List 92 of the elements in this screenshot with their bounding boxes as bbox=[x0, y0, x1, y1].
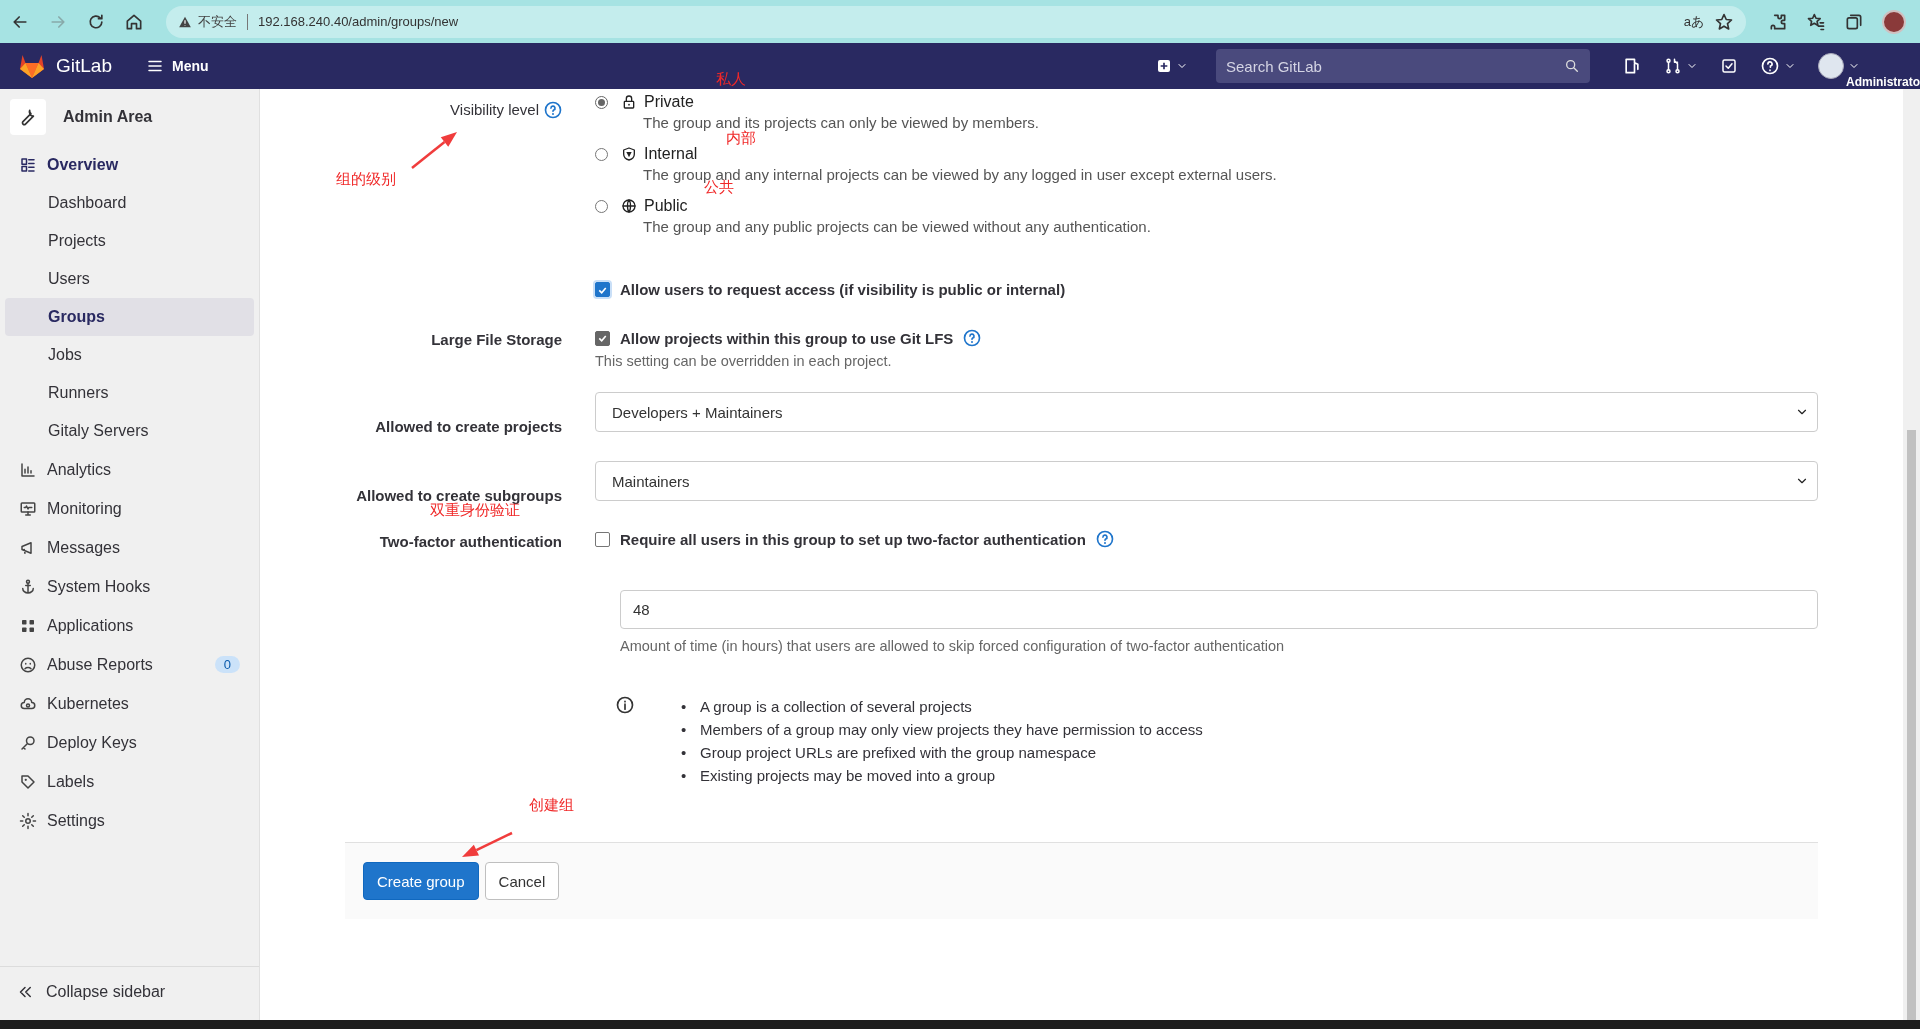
add-favorite-icon[interactable] bbox=[1714, 11, 1734, 32]
checkbox-label[interactable]: Allow users to request access (if visibility is public or internal) bbox=[620, 281, 1066, 298]
user-name: Administrato bbox=[1846, 76, 1920, 89]
checkbox[interactable] bbox=[595, 282, 610, 297]
field-label: Visibility level bbox=[450, 101, 539, 118]
help-icon bbox=[1760, 56, 1780, 76]
input-field[interactable]: 48 bbox=[620, 590, 1818, 629]
list-icon bbox=[19, 155, 37, 174]
radio-button[interactable] bbox=[595, 147, 608, 161]
sidebar-title: Admin Area bbox=[63, 108, 153, 126]
annotation-text: 创建组 bbox=[529, 796, 574, 815]
lock-icon bbox=[621, 94, 637, 110]
sidebar-item[interactable]: Overview bbox=[5, 145, 254, 184]
sidebar-subitem[interactable]: Gitaly Servers bbox=[5, 412, 254, 450]
count-badge: 0 bbox=[214, 656, 240, 673]
avatar bbox=[1818, 53, 1844, 79]
globe-icon bbox=[621, 198, 637, 214]
help-icon[interactable] bbox=[544, 101, 562, 119]
field-label: Two-factor authentication bbox=[379, 532, 562, 550]
info-text: A group is a collection of several projects bbox=[700, 697, 972, 717]
menu-button[interactable]: Menu bbox=[140, 53, 215, 79]
info-icon bbox=[615, 695, 635, 715]
search-field[interactable]: Search GitLab bbox=[1216, 49, 1590, 83]
sidebar-item[interactable]: Deploy Keys bbox=[5, 723, 254, 762]
radio-button[interactable] bbox=[595, 199, 608, 213]
sidebar-subitem[interactable]: Projects bbox=[5, 222, 254, 260]
info-text: Members of a group may only view projects they have permission to access bbox=[700, 720, 1203, 740]
sidebar-item[interactable]: Messages bbox=[5, 528, 254, 567]
settings-icon bbox=[19, 811, 37, 830]
sidebar-item[interactable]: Settings bbox=[5, 801, 254, 840]
bar-chart-icon bbox=[19, 460, 37, 479]
gitlab-logo-icon[interactable] bbox=[18, 53, 46, 79]
merge-request-icon bbox=[1664, 57, 1682, 75]
bullet: • bbox=[681, 766, 687, 786]
sidebar-subitem[interactable]: Runners bbox=[5, 374, 254, 412]
sidebar-item[interactable]: Abuse Reports 0 bbox=[5, 645, 254, 684]
bullet: • bbox=[681, 697, 687, 717]
sidebar-item[interactable]: Labels bbox=[5, 762, 254, 801]
help-text: This setting can be overridden in each project. bbox=[595, 353, 893, 369]
sidebar-item[interactable]: System Hooks bbox=[5, 567, 254, 606]
option-label[interactable]: Internal bbox=[644, 145, 698, 163]
select-field[interactable]: Maintainers bbox=[595, 461, 1818, 501]
sidebar-item[interactable]: Analytics bbox=[5, 450, 254, 489]
sad-face-icon bbox=[19, 655, 37, 674]
tag-icon bbox=[19, 772, 37, 791]
security-label[interactable]: 不安全 bbox=[198, 12, 237, 31]
address-bar[interactable]: 不安全 192.168.240.40/admin/groups/new aあ bbox=[166, 5, 1746, 38]
search-icon bbox=[1564, 58, 1580, 74]
sidebar-subitem[interactable]: Dashboard bbox=[5, 184, 254, 222]
sidebar-item[interactable]: Monitoring bbox=[5, 489, 254, 528]
info-text: Existing projects may be moved into a group bbox=[700, 766, 996, 786]
sidebar-subitem[interactable]: Jobs bbox=[5, 336, 254, 374]
url-text: 192.168.240.40/admin/groups/new bbox=[258, 14, 459, 29]
field-label: Allowed to create projects bbox=[375, 418, 562, 435]
key-icon bbox=[19, 733, 37, 752]
checkbox-label[interactable]: Allow projects within this group to use Git LFS bbox=[620, 329, 954, 347]
anchor-icon bbox=[19, 577, 37, 596]
annotation-text: 组的级别 bbox=[336, 170, 396, 189]
option-description: The group and any public projects can be viewed without any authentication. bbox=[642, 217, 1152, 236]
profile-avatar[interactable] bbox=[1882, 9, 1906, 34]
sidebar-item[interactable]: Applications bbox=[5, 606, 254, 645]
plus-icon bbox=[1156, 58, 1172, 74]
field-label: Large File Storage bbox=[431, 331, 562, 348]
issues-icon[interactable] bbox=[1622, 56, 1642, 76]
bullet: • bbox=[681, 743, 687, 763]
annotation-text: 私人 bbox=[716, 70, 746, 89]
checkbox[interactable] bbox=[595, 531, 610, 547]
read-aloud-button[interactable]: aあ bbox=[1683, 12, 1704, 31]
option-label[interactable]: Public bbox=[644, 197, 688, 215]
todo-icon[interactable] bbox=[1720, 57, 1738, 75]
help-text: Amount of time (in hours) that users are allowed to skip forced configuration of two-factor authentication bbox=[620, 638, 1286, 654]
favorites-icon[interactable] bbox=[1806, 11, 1826, 32]
sidebar-item[interactable]: Kubernetes bbox=[5, 684, 254, 723]
select-field[interactable]: Developers + Maintainers bbox=[595, 392, 1818, 432]
shield-icon bbox=[621, 146, 637, 162]
sidebar-subitem[interactable]: Groups bbox=[5, 298, 254, 336]
monitor-icon bbox=[19, 499, 37, 518]
checkbox[interactable] bbox=[595, 330, 610, 346]
option-description: The group and its projects can only be viewed by members. bbox=[642, 113, 1041, 131]
annotation-text: 内部 bbox=[726, 129, 756, 148]
cancel-button[interactable]: Cancel bbox=[484, 862, 560, 900]
scrollbar[interactable] bbox=[1903, 89, 1920, 1020]
help-icon[interactable] bbox=[1095, 530, 1114, 548]
radio-button[interactable] bbox=[595, 95, 608, 109]
option-label[interactable]: Private bbox=[644, 93, 694, 111]
bullet: • bbox=[681, 720, 687, 740]
info-text: Group project URLs are prefixed with the group namespace bbox=[700, 743, 1097, 763]
checkbox-label[interactable]: Require all users in this group to set up two-factor authentication bbox=[620, 530, 1086, 548]
create-button[interactable]: Create group bbox=[363, 862, 479, 900]
sidebar-subitem[interactable]: Users bbox=[5, 260, 254, 298]
brand-name[interactable]: GitLab bbox=[56, 55, 112, 77]
help-icon[interactable] bbox=[963, 329, 982, 347]
